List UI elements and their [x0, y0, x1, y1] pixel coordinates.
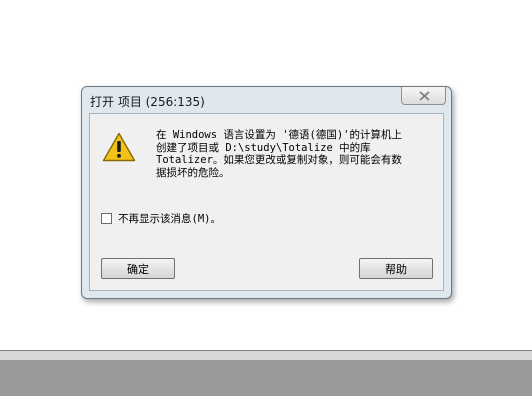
dont-show-again-row[interactable]: 不再显示该消息(M)。 [101, 210, 221, 226]
warning-dialog: 打开 项目 (256:135) 在 Windows 语言设置为 '德语(德国)'… [81, 86, 452, 299]
dont-show-again-checkbox[interactable] [101, 212, 112, 224]
taskbar-area [0, 350, 532, 396]
dialog-title: 打开 项目 (256:135) [90, 95, 205, 109]
close-icon [419, 91, 430, 101]
close-button[interactable] [401, 87, 446, 105]
dialog-titlebar[interactable]: 打开 项目 (256:135) [82, 87, 451, 113]
desktop-background: 打开 项目 (256:135) 在 Windows 语言设置为 '德语(德国)'… [0, 0, 532, 396]
help-button[interactable]: 帮助 [359, 258, 433, 279]
warning-icon [102, 132, 136, 162]
dialog-body: 在 Windows 语言设置为 '德语(德国)'的计算机上 创建了项目或 D:\… [89, 113, 444, 291]
dialog-message: 在 Windows 语言设置为 '德语(德国)'的计算机上 创建了项目或 D:\… [156, 129, 403, 179]
ok-button[interactable]: 确定 [101, 258, 175, 279]
dont-show-again-label[interactable]: 不再显示该消息(M)。 [118, 211, 221, 226]
